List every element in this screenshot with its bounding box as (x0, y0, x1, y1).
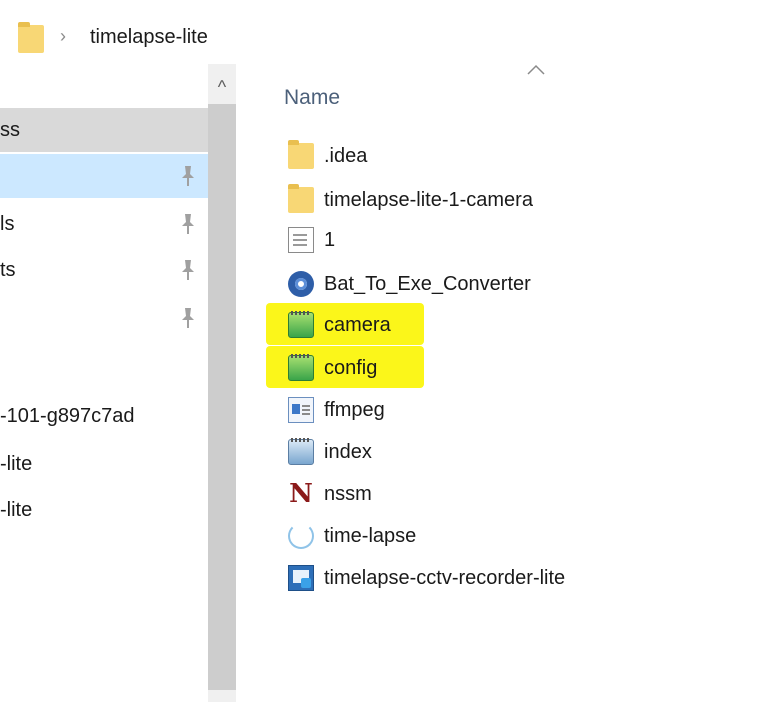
nav-item-lite-2[interactable]: -lite (0, 488, 208, 532)
file-name: nssm (324, 483, 372, 505)
notepad-green-icon (288, 354, 314, 381)
file-name: time-lapse (324, 525, 417, 547)
nav-item-label: -lite (0, 499, 33, 521)
folder-icon (18, 22, 44, 53)
nav-item-label: -lite (0, 453, 33, 475)
pin-icon[interactable] (178, 304, 198, 332)
file-item-index[interactable]: index (282, 432, 762, 472)
address-bar[interactable]: › timelapse-lite (0, 0, 778, 64)
nssm-n-icon: N (289, 479, 313, 509)
file-name: config (324, 357, 378, 379)
nav-item-pinned-4[interactable] (0, 296, 208, 340)
file-name: Bat_To_Exe_Converter (324, 273, 531, 295)
file-item-camera[interactable]: camera (282, 305, 762, 345)
file-name: timelapse-cctv-recorder-lite (324, 567, 566, 589)
folder-icon (288, 140, 314, 169)
pin-icon[interactable] (178, 256, 198, 284)
notepad-green-icon (288, 311, 314, 338)
nav-item-label: -101-g897c7ad (0, 405, 135, 427)
folder-icon (288, 184, 314, 213)
file-name: ffmpeg (324, 399, 385, 421)
file-item-ffmpeg[interactable]: ffmpeg (282, 390, 762, 430)
sort-ascending-icon (527, 64, 545, 75)
nav-item-lite-1[interactable]: -lite (0, 442, 208, 486)
breadcrumb-separator[interactable]: › (60, 26, 66, 47)
pin-icon[interactable] (178, 162, 198, 190)
file-item-time-lapse[interactable]: time-lapse (282, 516, 762, 556)
breadcrumb-timelapse-lite[interactable]: timelapse-lite (90, 26, 208, 49)
nav-item-pinned-3[interactable]: ts (0, 248, 208, 292)
file-name: 1 (324, 229, 336, 251)
column-header-name[interactable]: Name (284, 86, 340, 110)
file-item-1[interactable]: 1 (282, 220, 762, 260)
gear-app-icon (288, 271, 314, 297)
notepad-icon (288, 438, 314, 465)
nav-scrollbar-thumb[interactable] (208, 104, 236, 690)
file-name: camera (324, 314, 391, 336)
timer-icon (288, 523, 314, 549)
nav-item-pinned-2[interactable]: ls (0, 202, 208, 246)
file-item-timelapse-lite-1-camera[interactable]: timelapse-lite-1-camera (282, 180, 762, 220)
nav-item-version-folder[interactable]: -101-g897c7ad (0, 394, 208, 438)
media-app-icon (288, 565, 314, 591)
nav-item-pinned-1[interactable] (0, 154, 208, 198)
file-item-timelapse-cctv-recorder-lite[interactable]: timelapse-cctv-recorder-lite (282, 558, 762, 598)
file-item-nssm[interactable]: N nssm (282, 474, 762, 514)
nav-item-label: ls (0, 213, 15, 235)
pin-icon[interactable] (178, 210, 198, 238)
file-name: index (324, 441, 372, 463)
text-document-icon (288, 227, 314, 253)
file-item-idea[interactable]: .idea (282, 136, 762, 176)
executable-icon (288, 397, 314, 423)
nav-item-label: ts (0, 259, 16, 281)
file-item-config[interactable]: config (282, 348, 762, 388)
nav-item-quick-access[interactable]: ss (0, 108, 208, 152)
scroll-up-button[interactable]: ^ (208, 74, 236, 100)
nav-item-label: ss (0, 119, 20, 141)
file-name: timelapse-lite-1-camera (324, 189, 533, 211)
file-item-bat-to-exe-converter[interactable]: Bat_To_Exe_Converter (282, 264, 762, 304)
file-name: .idea (324, 145, 368, 167)
